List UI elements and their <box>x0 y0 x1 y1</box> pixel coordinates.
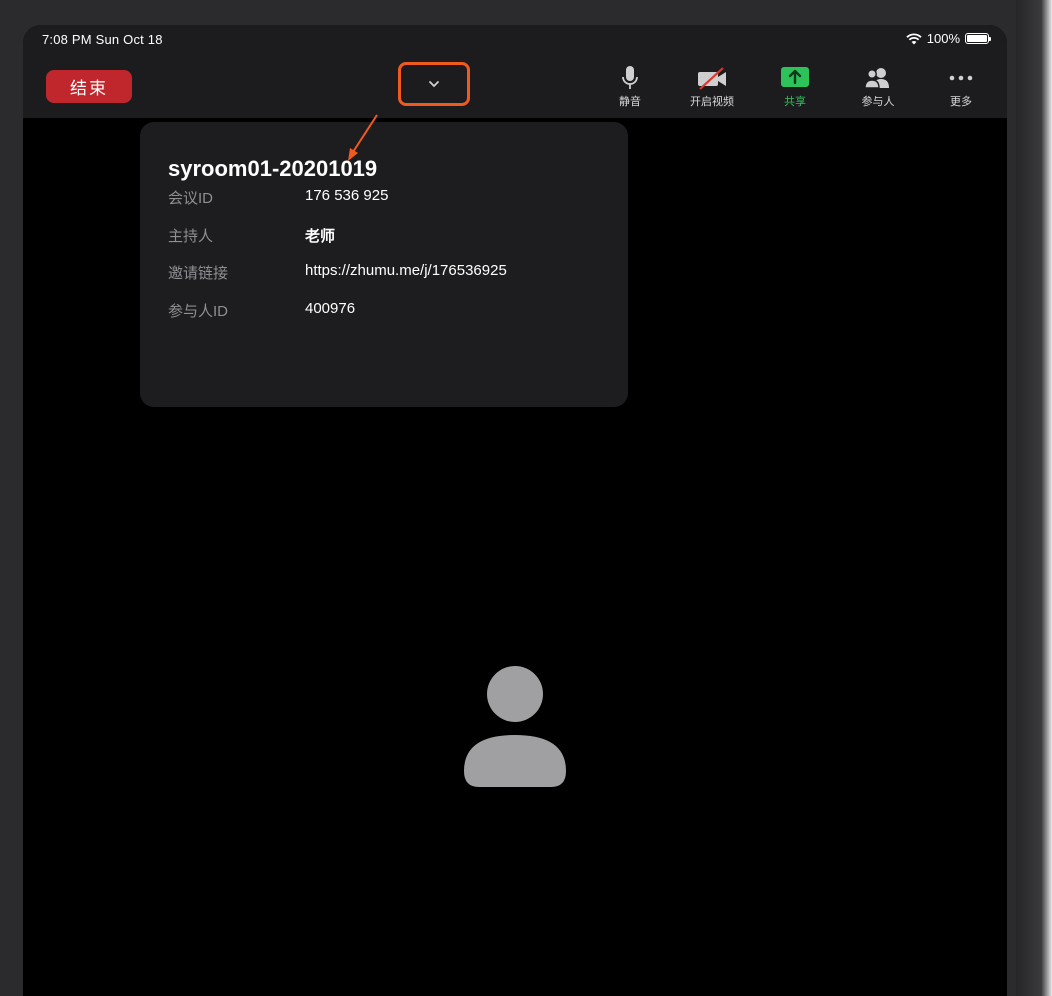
invite-link-label: 邀请链接 <box>168 265 229 282</box>
participant-id-value: 400976 <box>305 300 356 317</box>
invite-link-value[interactable]: https://zhumu.me/j/176536925 <box>305 262 507 279</box>
invite-link-row: 邀请链接 https://zhumu.me/j/176536925 <box>168 262 608 284</box>
participant-id-row: 参与人ID 400976 <box>168 300 608 322</box>
host-value: 老师 <box>305 228 336 245</box>
participant-id-label: 参与人ID <box>168 303 229 320</box>
annotation-arrow <box>348 114 378 161</box>
participant-avatar <box>463 665 567 789</box>
person-icon <box>464 666 566 787</box>
meeting-screen: 7:08 PM Sun Oct 18 100% 结束 静音 开启视频 共享 参与… <box>23 25 1007 996</box>
device-frame <box>1016 0 1052 996</box>
host-row: 主持人 老师 <box>168 225 608 247</box>
host-label: 主持人 <box>168 228 214 245</box>
